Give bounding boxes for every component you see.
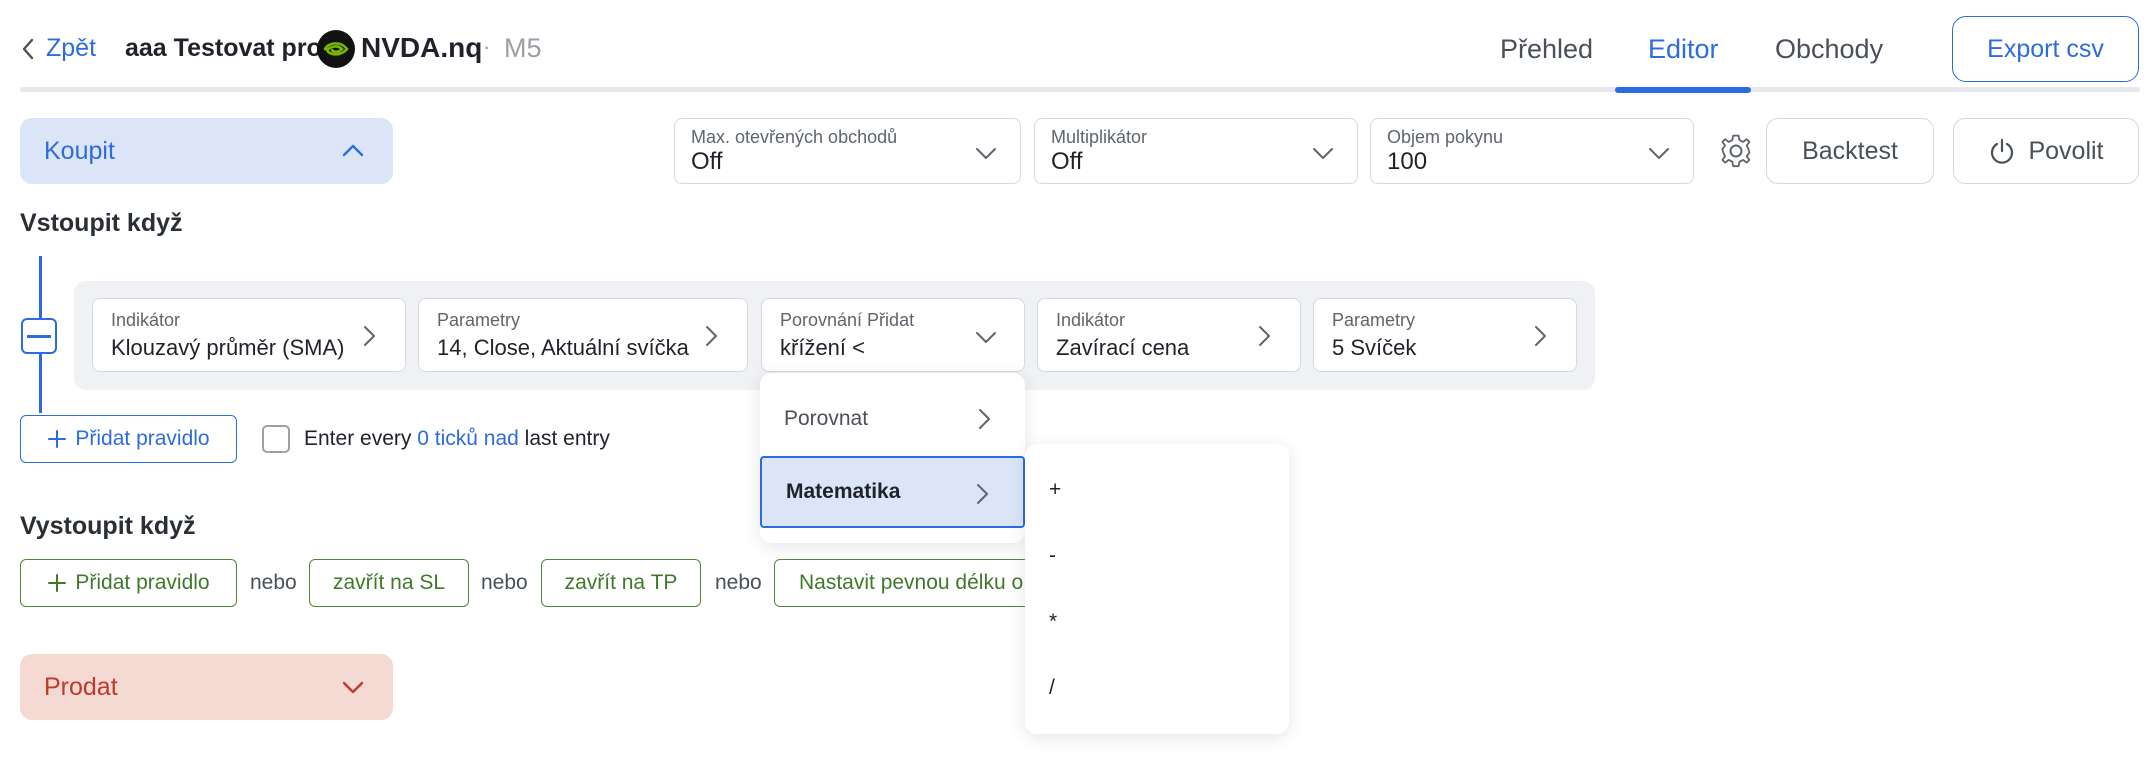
backtest-button[interactable]: Backtest — [1766, 118, 1934, 184]
chevron-right-icon — [1535, 326, 1546, 346]
chevron-right-icon — [706, 326, 717, 346]
tab-overview[interactable]: Přehled — [1500, 34, 1593, 65]
symbol-name: NVDA.nq — [361, 32, 483, 63]
order-volume-label: Objem pokynu — [1387, 127, 1504, 147]
power-icon — [1991, 138, 2014, 164]
sell-section-label: Prodat — [44, 672, 118, 701]
sell-section-toggle[interactable]: Prodat — [20, 654, 393, 720]
plus-icon — [48, 574, 67, 592]
max-trades-label: Max. otevřených obchodů — [691, 127, 898, 147]
multiplier-label: Multiplikátor — [1051, 127, 1148, 147]
tab-track — [20, 87, 2140, 92]
operator-multiply[interactable]: * — [1049, 602, 1249, 642]
fixed-length-button[interactable]: Nastavit pevnou délku o — [774, 559, 1034, 607]
plus-icon — [48, 430, 67, 448]
add-exit-rule-button[interactable]: Přidat pravidlo — [20, 559, 237, 607]
chevron-down-icon — [1649, 148, 1669, 159]
max-trades-value: Off — [691, 148, 723, 175]
or-label: nebo — [715, 571, 762, 594]
add-entry-rule-button[interactable]: Přidat pravidlo — [20, 415, 237, 463]
math-operators-menu: + - * / — [1025, 444, 1289, 734]
add-rule-label: Přidat pravidlo — [75, 427, 210, 450]
buy-section-toggle[interactable]: Koupit — [20, 118, 393, 184]
max-trades-select[interactable]: Max. otevřených obchodů Off — [674, 118, 1021, 184]
close-at-tp-button[interactable]: zavřít na TP — [541, 559, 701, 607]
operator-minus[interactable]: - — [1049, 536, 1249, 576]
operator-divide[interactable]: / — [1049, 668, 1249, 708]
buy-section-label: Koupit — [44, 136, 115, 165]
multiplier-select[interactable]: Multiplikátor Off — [1034, 118, 1358, 184]
export-csv-button[interactable]: Export csv — [1952, 16, 2139, 82]
chevron-up-icon — [342, 144, 364, 157]
order-volume-value: 100 — [1387, 148, 1428, 175]
rule-comparison[interactable]: Porovnání Přidat křížení < — [761, 298, 1025, 372]
chevron-right-icon — [977, 484, 988, 504]
chevron-down-icon — [1313, 148, 1333, 159]
cell-label: Indikátor — [1056, 310, 1126, 330]
chevron-down-icon — [976, 148, 996, 159]
comparison-menu: Porovnat Matematika — [760, 373, 1025, 543]
rule-indicator-1[interactable]: Indikátor Klouzavý průměr (SMA) — [92, 298, 406, 372]
cell-label: Indikátor — [111, 310, 181, 330]
enter-every-text: Enter every 0 ticků nad last entry — [304, 427, 610, 451]
tab-editor[interactable]: Editor — [1648, 34, 1719, 65]
cell-value: 14, Close, Aktuální svíčka — [437, 335, 689, 360]
cell-label: Parametry — [1332, 310, 1416, 330]
strategy-title: aaa Testovat pro — [125, 34, 322, 62]
enter-every-ticks-link[interactable]: 0 ticků nad — [417, 427, 519, 450]
chevron-down-icon — [342, 681, 364, 694]
menu-item-math[interactable]: Matematika — [760, 456, 1025, 528]
close-at-sl-button[interactable]: zavřít na SL — [309, 559, 469, 607]
rule-params-1[interactable]: Parametry 14, Close, Aktuální svíčka — [418, 298, 748, 372]
enter-every-checkbox[interactable] — [262, 425, 290, 453]
menu-item-label: Matematika — [786, 480, 901, 503]
back-button[interactable]: Zpět — [20, 34, 96, 63]
back-label: Zpět — [46, 34, 97, 62]
menu-item-compare[interactable]: Porovnat — [760, 383, 1025, 455]
enter-every-prefix: Enter every — [304, 427, 412, 450]
or-label: nebo — [250, 571, 297, 594]
chevron-left-icon — [22, 38, 34, 59]
timeframe-label: M5 — [504, 33, 542, 63]
multiplier-value: Off — [1051, 148, 1083, 175]
cell-label: Porovnání Přidat — [780, 310, 915, 330]
chevron-right-icon — [1259, 326, 1270, 346]
rule-params-2[interactable]: Parametry 5 Svíček — [1313, 298, 1577, 372]
cell-value: křížení < — [780, 335, 865, 360]
nvidia-logo-icon — [317, 30, 355, 68]
operator-plus[interactable]: + — [1049, 470, 1249, 510]
exit-heading: Vystoupit když — [20, 512, 196, 540]
entry-heading: Vstoupit když — [20, 209, 183, 237]
cell-value: 5 Svíček — [1332, 335, 1417, 360]
menu-item-label: Porovnat — [784, 407, 869, 430]
cell-value: Klouzavý průměr (SMA) — [111, 335, 345, 360]
or-label: nebo — [481, 571, 528, 594]
chevron-right-icon — [364, 326, 375, 346]
gear-icon[interactable] — [1717, 132, 1755, 170]
chevron-down-icon — [976, 332, 996, 343]
tab-active-indicator — [1615, 87, 1751, 93]
add-exit-rule-label: Přidat pravidlo — [75, 571, 210, 594]
enable-label: Povolit — [2028, 136, 2104, 165]
enable-button[interactable]: Povolit — [1953, 118, 2139, 184]
minus-icon — [27, 334, 51, 338]
separator-dot: · — [483, 34, 491, 59]
order-volume-select[interactable]: Objem pokynu 100 — [1370, 118, 1694, 184]
chevron-right-icon — [979, 409, 990, 429]
rule-indicator-2[interactable]: Indikátor Zavírací cena — [1037, 298, 1301, 372]
remove-rule-button[interactable] — [21, 318, 57, 354]
enter-every-suffix: last entry — [524, 427, 610, 450]
tab-trades[interactable]: Obchody — [1775, 34, 1883, 65]
cell-value: Zavírací cena — [1056, 335, 1190, 360]
cell-label: Parametry — [437, 310, 521, 330]
